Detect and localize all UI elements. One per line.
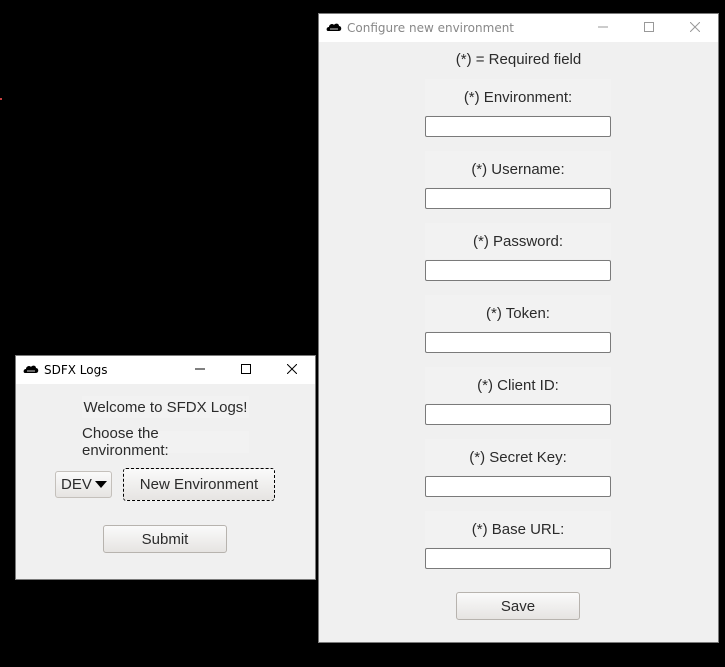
desktop-artifact (0, 98, 2, 100)
config-window-title: Configure new environment (347, 21, 515, 35)
token-field[interactable] (425, 332, 611, 353)
welcome-label: Welcome to SFDX Logs! (82, 396, 249, 418)
username-field[interactable] (425, 188, 611, 209)
main-window: SDFX Logs Welcome to SFDX Logs! Choose t… (15, 355, 316, 580)
field-label-username: (*) Username: (425, 151, 611, 187)
salesforce-cloud-icon (326, 20, 342, 36)
save-button[interactable]: Save (456, 592, 580, 620)
minimize-button[interactable] (177, 356, 223, 384)
config-titlebar[interactable]: Configure new environment (319, 14, 718, 42)
chevron-down-icon (94, 481, 107, 488)
maximize-button[interactable] (626, 14, 672, 42)
close-button[interactable] (672, 14, 718, 42)
client-id-field[interactable] (425, 404, 611, 425)
maximize-icon (241, 361, 251, 379)
submit-button[interactable]: Submit (103, 525, 227, 553)
main-window-title: SDFX Logs (44, 363, 108, 377)
environment-selected: DEV (61, 476, 92, 493)
minimize-button[interactable] (580, 14, 626, 42)
base-url-field[interactable] (425, 548, 611, 569)
close-icon (286, 361, 298, 379)
field-label-secret-key: (*) Secret Key: (425, 439, 611, 475)
required-note: (*) = Required field (455, 51, 582, 68)
field-label-password: (*) Password: (425, 223, 611, 259)
environment-dropdown[interactable]: DEV (55, 471, 112, 498)
minimize-icon (598, 19, 608, 37)
config-window: Configure new environment (*) = Required… (318, 13, 719, 643)
close-icon (689, 19, 701, 37)
field-label-token: (*) Token: (425, 295, 611, 331)
minimize-icon (195, 361, 205, 379)
field-label-base-url: (*) Base URL: (425, 511, 611, 547)
maximize-icon (644, 19, 654, 37)
field-label-client-id: (*) Client ID: (425, 367, 611, 403)
password-field[interactable] (425, 260, 611, 281)
maximize-button[interactable] (223, 356, 269, 384)
close-button[interactable] (269, 356, 315, 384)
salesforce-cloud-icon (23, 362, 39, 378)
field-label-environment: (*) Environment: (425, 79, 611, 115)
main-titlebar[interactable]: SDFX Logs (16, 356, 315, 384)
environment-field[interactable] (425, 116, 611, 137)
secret-key-field[interactable] (425, 476, 611, 497)
choose-environment-label: Choose the environment: (82, 425, 249, 459)
new-environment-button[interactable]: New Environment (122, 467, 276, 502)
